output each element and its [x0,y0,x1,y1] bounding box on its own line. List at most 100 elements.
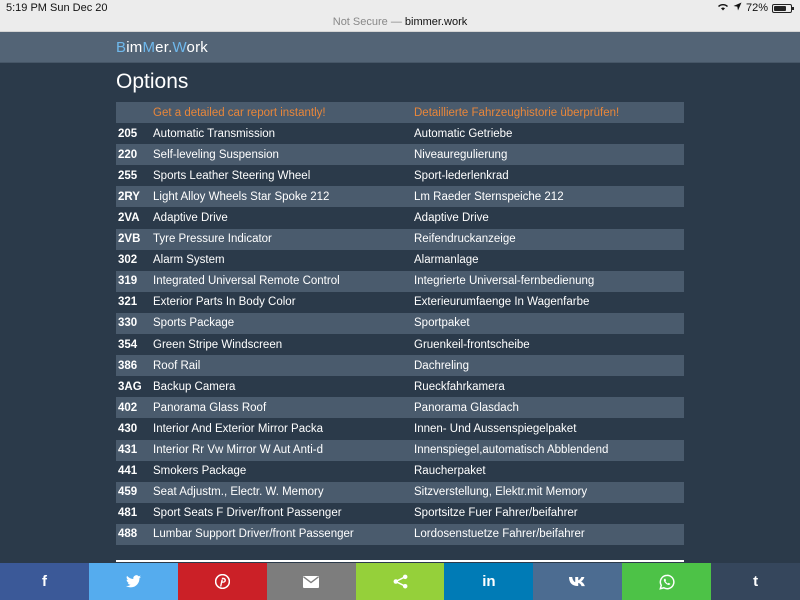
table-row: 330 Sports Package Sportpaket [116,312,684,335]
table-row: 255 Sports Leather Steering Wheel Sport-le… [116,165,684,187]
option-name-de: Sitzverstellung, Elektr.mit Memory [414,481,684,503]
header-code-cell [116,102,153,124]
share-tumblr-button[interactable]: t [711,563,800,600]
option-code: 330 [116,312,153,335]
option-code: 488 [116,523,153,545]
option-name-de: Sportsitze Fuer Fahrer/beifahrer [414,502,684,524]
table-row: 302 Alarm System Alarmanlage [116,249,684,271]
option-name-de: Alarmanlage [414,249,684,271]
email-icon [303,575,320,588]
linkedin-icon: in [482,573,496,590]
table-row: 386 Roof Rail Dachreling [116,355,684,377]
option-code: 441 [116,460,153,482]
option-name-en: Exterior Parts In Body Color [153,291,414,313]
option-name-de: Sport-lederlenkrad [414,165,684,187]
table-row: 459 Seat Adjustm., Electr. W. Memory Sitzv… [116,481,684,503]
share-icon [393,574,408,589]
tumblr-icon: t [753,573,759,590]
option-name-de: Niveauregulierung [414,144,684,166]
report-link-en[interactable]: Get a detailed car report instantly! [153,102,414,124]
share-bar: f in t [0,563,800,600]
option-code: 2VB [116,228,153,250]
status-time: 5:19 PM [6,2,47,14]
pinterest-icon [214,574,230,589]
share-pinterest-button[interactable] [177,563,267,600]
option-name-de: Gruenkeil-frontscheibe [414,334,684,356]
table-row: 488 Lumbar Support Driver/front Passenger… [116,523,684,545]
wifi-icon [717,2,729,14]
whatsapp-icon [658,574,675,590]
share-share-button[interactable] [355,563,445,600]
status-date: Sun Dec 20 [50,2,108,14]
table-row: 319 Integrated Universal Remote Control In… [116,270,684,292]
share-vk-button[interactable] [533,563,623,600]
table-row: 354 Green Stripe Windscreen Gruenkeil-fron… [116,334,684,356]
table-row: 402 Panorama Glass Roof Panorama Glasdach [116,397,684,419]
option-name-de: Sportpaket [414,312,684,335]
table-row: 321 Exterior Parts In Body Color Exterieur… [116,291,684,313]
logo-part-5: W [172,39,187,56]
option-name-en: Sports Package [153,312,414,335]
option-name-en: Sports Leather Steering Wheel [153,165,414,187]
option-name-de: Panorama Glasdach [414,397,684,419]
option-name-de: Lordosenstuetze Fahrer/beifahrer [414,523,684,545]
report-link-de[interactable]: Detaillierte Fahrzeughistorie überprüfen… [414,102,684,124]
option-name-de: Integrierte Universal-fernbedienung [414,270,684,292]
option-code: 255 [116,165,153,187]
option-name-en: Integrated Universal Remote Control [153,270,414,292]
option-code: 354 [116,334,153,356]
option-name-de: Reifendruckanzeige [414,228,684,250]
logo-part-2: im [126,39,143,56]
option-name-de: Adaptive Drive [414,207,684,229]
option-name-en: Self-leveling Suspension [153,144,414,166]
options-table: Get a detailed car report instantly! Det… [116,102,684,545]
option-code: 386 [116,355,153,377]
option-code: 459 [116,481,153,503]
battery-percent: 72% [745,2,768,14]
option-code: 319 [116,270,153,292]
site-header: BimMer.Work [0,32,800,63]
twitter-icon [125,575,141,588]
share-linkedin-button[interactable]: in [444,563,534,600]
option-name-de: Innenspiegel,automatisch Abblendend [414,439,684,461]
address-bar[interactable]: Not Secure — bimmer.work [0,16,800,32]
vk-icon [568,576,587,587]
share-whatsapp-button[interactable] [622,563,712,600]
option-code: 302 [116,249,153,271]
option-name-en: Light Alloy Wheels Star Spoke 212 [153,186,414,208]
table-row: 2RY Light Alloy Wheels Star Spoke 212 Lm R… [116,186,684,208]
option-name-en: Sport Seats F Driver/front Passenger [153,502,414,524]
option-code: 321 [116,291,153,313]
status-bar: 5:19 PM Sun Dec 20 72% [0,0,800,16]
site-logo[interactable]: BimMer.Work [116,39,208,56]
battery-icon [772,3,794,13]
page-title: Options [116,70,189,93]
report-banner-row[interactable]: Get a detailed car report instantly! Det… [116,102,684,124]
table-bottom-divider [116,560,684,562]
option-code: 481 [116,502,153,524]
table-row: 431 Interior Rr Vw Mirror W Aut Anti-d Inn… [116,439,684,461]
option-name-en: Interior And Exterior Mirror Packa [153,418,414,440]
option-code: 402 [116,397,153,419]
share-twitter-button[interactable] [88,563,178,600]
location-arrow-icon [733,2,742,14]
logo-part-6: ork [186,39,208,56]
table-row: 2VA Adaptive Drive Adaptive Drive [116,207,684,229]
table-row: 220 Self-leveling Suspension Niveauregulie… [116,144,684,166]
option-name-en: Smokers Package [153,460,414,482]
logo-part-3: M [142,39,156,56]
share-facebook-button[interactable]: f [0,563,89,600]
option-code: 430 [116,418,153,440]
logo-part-4: er. [155,39,173,56]
option-name-en: Green Stripe Windscreen [153,334,414,356]
url-domain: bimmer.work [404,16,468,28]
option-code: 2VA [116,207,153,229]
option-name-en: Tyre Pressure Indicator [153,228,414,250]
share-email-button[interactable] [266,563,356,600]
option-name-en: Backup Camera [153,376,414,398]
option-name-en: Adaptive Drive [153,207,414,229]
option-name-en: Interior Rr Vw Mirror W Aut Anti-d [153,439,414,461]
option-name-de: Dachreling [414,355,684,377]
facebook-icon: f [41,573,47,590]
battery-level [774,5,786,11]
